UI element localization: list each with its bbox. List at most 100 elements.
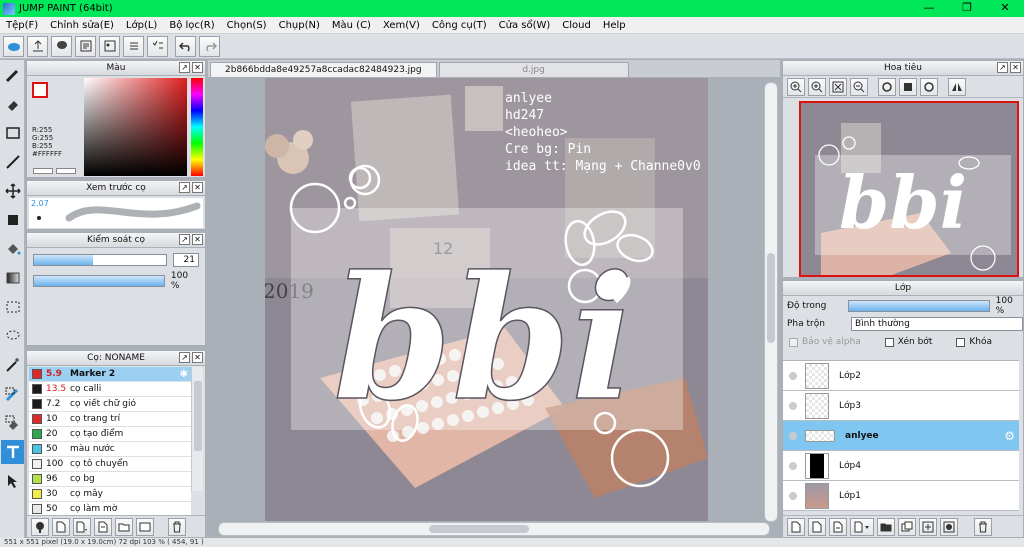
tab-d-jpg[interactable]: d.jpg [438,62,629,77]
visibility-eye-icon[interactable] [789,431,797,440]
visibility-eye-icon[interactable] [789,401,797,410]
menu-file[interactable]: Tệp(F) [0,20,44,31]
new-brush-button[interactable] [52,517,70,536]
comment-button[interactable] [51,35,72,57]
magic-wand-tool[interactable] [1,353,24,377]
float-panel-icon[interactable]: ↗ [179,62,190,73]
scrollbar-thumb[interactable] [767,253,775,343]
menu-color[interactable]: Màu (C) [326,20,377,31]
canvas-artwork[interactable]: 12 2019 bbi anlyee hd247 <heoheo> Cre bg… [265,78,708,521]
layer-row[interactable]: Lớp1 [783,481,1019,511]
rotate-right-button[interactable] [920,77,938,96]
gradient-tool[interactable] [1,266,24,290]
redo-button[interactable] [199,35,220,57]
list-button[interactable] [123,35,144,57]
menu-filter[interactable]: Bộ lọc(R) [163,20,220,31]
document-button[interactable] [75,35,96,57]
zoom-in-button[interactable] [787,77,805,96]
cloud-save-button[interactable] [3,35,24,57]
menu-tools[interactable]: Công cụ(T) [426,20,493,31]
move-tool[interactable] [1,179,24,203]
menu-view[interactable]: Xem(V) [377,20,426,31]
scrollbar-thumb[interactable] [429,525,529,533]
export-button[interactable] [27,35,48,57]
protect-alpha-checkbox[interactable]: Bảo vệ alpha [789,337,861,347]
brush-list-item[interactable]: 30 cọ mây [29,487,191,502]
brush-list-item[interactable]: 7.2 cọ viết chữ gió [29,397,191,412]
fit-window-button[interactable] [829,77,847,96]
close-button[interactable]: ✕ [986,0,1024,17]
brush-size-slider[interactable] [33,254,167,266]
undo-button[interactable] [175,35,196,57]
duplicate-layer-button[interactable] [829,517,847,536]
float-panel-icon[interactable]: ↗ [179,234,190,245]
brush-list-item[interactable]: 96 cọ bg [29,472,191,487]
line-tool[interactable] [1,150,24,174]
close-panel-icon[interactable]: ✕ [192,62,203,73]
checklist-button[interactable] [147,35,168,57]
menu-help[interactable]: Help [597,20,632,31]
saturation-value-picker[interactable] [84,78,187,176]
color-mode-button-2[interactable] [56,168,76,174]
brush-list-item[interactable]: 13.5 cọ calli [29,382,191,397]
brush-size-input[interactable]: 21 [173,253,199,267]
gear-icon[interactable]: ⚙ [1004,429,1015,443]
info-button[interactable] [99,35,120,57]
bucket-tool[interactable] [1,237,24,261]
close-panel-icon[interactable]: ✕ [192,234,203,245]
minimize-button[interactable]: — [910,0,948,17]
text-tool[interactable] [1,440,24,464]
foreground-color-swatch[interactable] [32,82,48,98]
navigator-thumbnail[interactable]: bbi [799,101,1019,277]
scrollbar-thumb[interactable] [194,381,202,451]
gear-icon[interactable]: ✱ [180,369,188,380]
fill-rect-tool[interactable] [1,208,24,232]
canvas-vertical-scrollbar[interactable] [764,82,778,522]
layer-mask-button[interactable] [940,517,958,536]
new-layer-button[interactable] [787,517,805,536]
brush-list-item[interactable]: 20 cọ tạo điểm [29,427,191,442]
menu-select[interactable]: Chọn(S) [221,20,273,31]
brush-list-item[interactable]: 10 cọ trang trí [29,412,191,427]
zoom-in-alt-button[interactable] [808,77,826,96]
layer-menu-button[interactable] [850,517,874,536]
operation-tool[interactable] [1,469,24,493]
layer-row[interactable]: Lớp2 [783,361,1019,391]
visibility-eye-icon[interactable] [789,491,797,500]
color-mode-button-1[interactable] [33,168,53,174]
rectangle-tool[interactable] [1,121,24,145]
lock-checkbox[interactable]: Khóa [956,337,992,347]
hue-slider[interactable] [191,78,203,176]
float-panel-icon[interactable]: ↗ [179,182,190,193]
brush-list-scrollbar[interactable] [191,367,203,491]
layer-row[interactable]: Lớp3 [783,391,1019,421]
rotate-left-button[interactable] [878,77,896,96]
brush-menu-button[interactable] [73,517,91,536]
visibility-eye-icon[interactable] [789,461,797,470]
tab-active-document[interactable]: 2b866bdda8e49257a8ccadac82484923.jpg [210,62,437,77]
menu-capture[interactable]: Chụp(N) [273,20,326,31]
layer-row[interactable]: Lớp4 [783,451,1019,481]
brush-folder-button[interactable] [115,517,133,536]
brush-list-item[interactable]: 5.9 Marker 2 ✱ [29,367,191,382]
close-panel-icon[interactable]: ✕ [192,352,203,363]
canvas-horizontal-scrollbar[interactable] [218,522,770,536]
new-layer-alt-button[interactable] [808,517,826,536]
delete-brush-button[interactable] [168,517,186,536]
brush-list-item[interactable]: 50 màu nước [29,442,191,457]
layer-row[interactable]: anlyee ⚙ [783,421,1019,451]
delete-layer-button[interactable] [974,517,992,536]
close-panel-icon[interactable]: ✕ [1010,62,1021,73]
brush-tool[interactable] [1,63,24,87]
visibility-eye-icon[interactable] [789,371,797,380]
brush-settings-button[interactable] [31,517,49,536]
select-eraser-tool[interactable] [1,411,24,435]
maximize-button[interactable]: ❐ [948,0,986,17]
copy-layer-button[interactable] [898,517,916,536]
blend-mode-select[interactable]: Bình thường [851,317,1023,331]
brush-list-item[interactable]: 100 cọ tô chuyển [29,457,191,472]
select-pen-tool[interactable] [1,382,24,406]
duplicate-brush-button[interactable] [94,517,112,536]
brush-window-button[interactable] [136,517,154,536]
float-panel-icon[interactable]: ↗ [997,62,1008,73]
